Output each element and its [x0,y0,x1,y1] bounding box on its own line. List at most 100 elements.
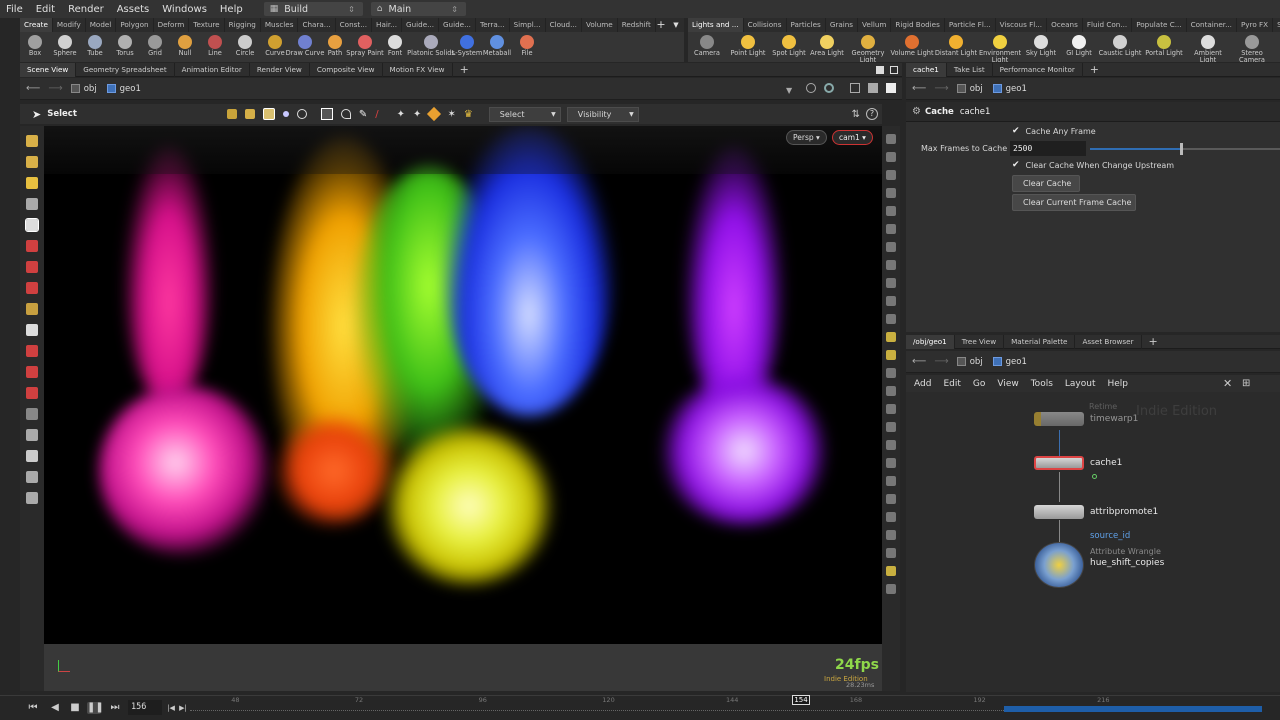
left-tool-icon[interactable] [26,198,38,210]
left-tool-icon[interactable] [26,492,38,504]
tab-cache1[interactable]: cache1 [906,62,947,77]
add-tab-button[interactable]: + [453,63,476,76]
tool-metaball[interactable]: Metaball [482,32,512,57]
left-tool-icon[interactable] [26,135,38,147]
display-option-icon[interactable] [886,422,896,432]
tab-composite-view[interactable]: Composite View [310,62,383,77]
tab-render-view[interactable]: Render View [250,62,310,77]
clear-on-change-checkbox[interactable]: ✔ Clear Cache When Change Upstream [1012,160,1174,170]
desktop-selector[interactable]: ▦ Build ⇕ [263,2,363,16]
select-hidden-icon[interactable]: ✦ [413,109,421,120]
shelf-tab-container-11[interactable]: Container... [1187,18,1237,32]
shelf-add-tab-button[interactable]: + [654,18,668,32]
tool-tube[interactable]: Tube [80,32,110,57]
left-tool-icon[interactable] [26,450,38,462]
menu-file[interactable]: File [0,4,30,15]
forward-arrow-icon[interactable]: ⟶ [934,356,948,367]
network-menu-tools[interactable]: Tools [1031,379,1053,389]
menu-render[interactable]: Render [62,4,111,15]
shelf-tab-pyro-fx-12[interactable]: Pyro FX [1237,18,1274,32]
network-menu-go[interactable]: Go [973,379,985,389]
tab-tree-view[interactable]: Tree View [955,334,1005,349]
geometry-select-icon[interactable] [244,109,255,119]
path-obj[interactable]: obj [956,357,983,367]
gear-icon[interactable]: ⚙ [912,106,921,117]
display-option-icon[interactable] [886,188,896,198]
tool-draw-curve[interactable]: Draw Curve [286,32,324,57]
shelf-tab-oceans-8[interactable]: Oceans [1047,18,1083,32]
max-frames-field[interactable]: 2500 [1010,141,1086,156]
camera-menu[interactable]: cam1 ▾ [832,130,873,145]
tool-spot-light[interactable]: Spot Light [770,32,808,57]
network-editor[interactable]: Indie Edition Retime timewarp1 cache1 at… [906,392,1280,692]
lasso-icon[interactable] [296,109,307,119]
tool-stereo-camera[interactable]: Stereo Camera [1230,32,1274,62]
display-option-icon[interactable] [886,494,896,504]
path-obj[interactable]: obj [956,84,983,94]
tool-box[interactable]: Box [20,32,50,57]
display-option-icon[interactable] [886,530,896,540]
shelf-tab-deform-4[interactable]: Deform [154,18,190,32]
path-geo1[interactable]: geo1 [992,357,1027,367]
tool-distant-light[interactable]: Distant Light [934,32,978,57]
add-tab-button[interactable]: + [1083,63,1106,76]
display-option-icon[interactable] [886,440,896,450]
path-dropdown-icon[interactable]: ▼ [786,86,792,95]
brush-select-icon[interactable] [340,109,351,119]
shelf-tab-collisions-1[interactable]: Collisions [744,18,787,32]
clear-current-frame-cache-button[interactable]: Clear Current Frame Cache [1012,194,1136,211]
display-option-icon[interactable] [886,278,896,288]
shelf-tab-populate-c-10[interactable]: Populate C... [1132,18,1187,32]
display-option-icon[interactable] [886,314,896,324]
shelf-tab-spar-13[interactable]: Spar [1273,18,1280,32]
step-back-icon[interactable]: ◀ [48,702,62,714]
display-icon[interactable] [868,83,878,93]
layout-icon[interactable] [850,83,860,93]
dynamics-select-icon[interactable] [262,108,275,120]
tool-point-light[interactable]: Point Light [726,32,770,57]
left-tool-icon[interactable] [26,345,38,357]
shelf-tab-hair-10[interactable]: Hair... [372,18,403,32]
display-option-icon[interactable] [886,170,896,180]
shelf-tab-simpl-14[interactable]: Simpl... [510,18,546,32]
tool-sphere[interactable]: Sphere [50,32,80,57]
display-option-icon[interactable] [886,350,896,360]
tool-area-light[interactable]: Area Light [808,32,846,57]
paint-select-icon[interactable]: ✎ [359,109,367,120]
shelf-tab-guide-12[interactable]: Guide... [439,18,476,32]
display-option-icon[interactable] [886,206,896,216]
tab-take-list[interactable]: Take List [947,62,993,77]
step-next-key-icon[interactable]: ▶| [176,702,190,714]
left-tool-icon[interactable] [26,240,38,252]
left-tool-icon[interactable] [26,282,38,294]
forward-arrow-icon[interactable]: ⟶ [48,83,62,94]
persp-menu[interactable]: Persp ▾ [786,130,827,145]
select-groups-icon[interactable]: ✦ [397,109,405,120]
current-frame-marker[interactable]: 154 [792,695,810,705]
shelf-tab-guide-11[interactable]: Guide... [402,18,439,32]
tool-environment-light[interactable]: Environment Light [978,32,1022,62]
display-option-icon[interactable] [886,152,896,162]
shelf-menu-icon[interactable]: ▼ [670,19,682,31]
tool-line[interactable]: Line [200,32,230,57]
stop-icon[interactable]: ■ [68,702,82,714]
tool-caustic-light[interactable]: Caustic Light [1098,32,1142,57]
node-timewarp1[interactable]: Retime timewarp1 [1034,402,1138,426]
shelf-tab-cloud-15[interactable]: Cloud... [546,18,582,32]
tool-grid[interactable]: Grid [140,32,170,57]
shelf-tab-const-9[interactable]: Const... [336,18,373,32]
tool-l-system[interactable]: L-System [452,32,482,57]
current-frame-field[interactable]: 156 [128,700,162,715]
shelf-tab-redshift-17[interactable]: Redshift [618,18,656,32]
forward-arrow-icon[interactable]: ⟶ [934,83,948,94]
left-tool-icon[interactable] [26,408,38,420]
box-select-icon[interactable] [320,108,333,120]
network-menu-add[interactable]: Add [914,379,931,389]
jump-end-icon[interactable]: ⏭ [108,702,122,714]
network-menu-layout[interactable]: Layout [1065,379,1096,389]
select-crown-icon[interactable]: ♛ [464,109,473,120]
jump-start-icon[interactable]: ⏮ [26,702,40,714]
left-tool-icon[interactable] [26,471,38,483]
shelf-tab-model-2[interactable]: Model [86,18,117,32]
tool-platonic-solids[interactable]: Platonic Solids [407,32,455,57]
